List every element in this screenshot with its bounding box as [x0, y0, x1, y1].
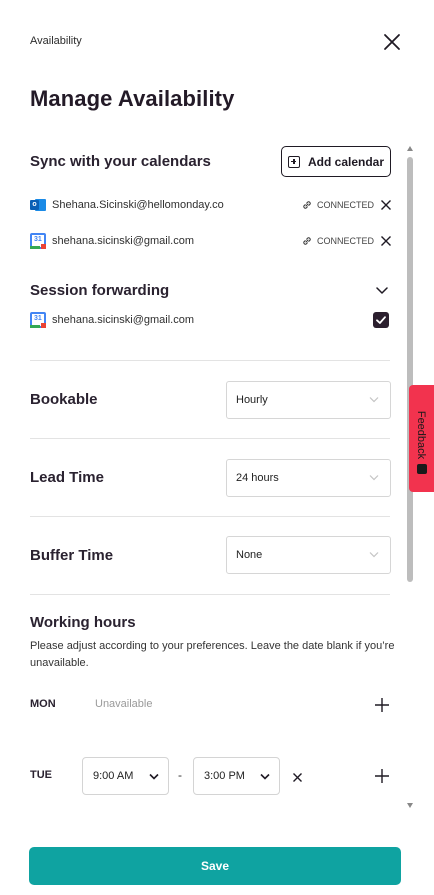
connection-status: CONNECTED: [301, 199, 374, 211]
chevron-down-icon: [369, 397, 379, 403]
divider: [30, 360, 390, 361]
chevron-down-icon: [149, 773, 159, 780]
working-hours-heading: Working hours: [30, 614, 136, 631]
chevron-down-icon[interactable]: [375, 284, 389, 296]
chevron-down-icon: [369, 552, 379, 558]
forwarding-row: 31 shehana.sicinski@gmail.com: [30, 310, 392, 330]
bookable-value: Hourly: [236, 394, 268, 406]
google-calendar-icon: 31: [30, 312, 46, 328]
add-square-icon: [287, 155, 300, 168]
sync-heading: Sync with your calendars: [30, 153, 211, 170]
link-icon: [303, 201, 311, 209]
divider: [30, 516, 390, 517]
calendar-email: shehana.sicinski@gmail.com: [52, 235, 195, 247]
scrollbar-thumb[interactable]: [407, 157, 413, 582]
feedback-icon: [417, 464, 427, 474]
forwarding-email: shehana.sicinski@gmail.com: [52, 314, 195, 326]
status-text: CONNECTED: [316, 200, 374, 210]
link-icon: [303, 237, 311, 245]
start-time-value: 9:00 AM: [93, 770, 134, 782]
add-calendar-button[interactable]: Add calendar: [281, 146, 391, 177]
forwarding-heading: Session forwarding: [30, 282, 170, 299]
working-hours-description: Please adjust according to your preferen…: [30, 640, 395, 669]
buffer-time-select[interactable]: None: [226, 536, 391, 574]
remove-hours-icon[interactable]: [292, 772, 303, 783]
calendar-row-google: 31 shehana.sicinski@gmail.com CONNECTED: [30, 231, 392, 251]
close-icon[interactable]: [380, 30, 404, 54]
forwarding-checkbox[interactable]: [373, 312, 389, 328]
lead-time-value: 24 hours: [236, 472, 279, 484]
chevron-down-icon: [260, 773, 270, 780]
tue-end-time-select[interactable]: 3:00 PM: [193, 757, 280, 795]
divider: [30, 594, 390, 595]
day-label-tue: TUE: [30, 769, 52, 781]
chevron-down-icon: [369, 475, 379, 481]
buffer-time-value: None: [236, 549, 263, 561]
tue-start-time-select[interactable]: 9:00 AM: [82, 757, 169, 795]
feedback-tab[interactable]: Feedback: [409, 385, 434, 492]
day-label-mon: MON: [30, 698, 56, 710]
remove-calendar-icon[interactable]: [380, 235, 392, 247]
buffer-time-label: Buffer Time: [30, 547, 114, 564]
lead-time-label: Lead Time: [30, 469, 104, 486]
check-icon: [376, 316, 386, 324]
scroll-up-arrow[interactable]: [407, 146, 413, 151]
status-text: CONNECTED: [316, 236, 374, 246]
time-separator: -: [178, 768, 182, 782]
breadcrumb: Availability: [30, 35, 82, 47]
feedback-label: Feedback: [415, 410, 427, 460]
bookable-label: Bookable: [30, 391, 98, 408]
google-calendar-icon: 31: [30, 233, 46, 249]
save-button[interactable]: Save: [29, 847, 401, 885]
add-hours-mon-icon[interactable]: [374, 697, 390, 713]
end-time-value: 3:00 PM: [204, 770, 245, 782]
outlook-icon: o: [30, 197, 46, 213]
divider: [30, 438, 390, 439]
unavailable-text: Unavailable: [95, 698, 153, 710]
top-bar: Availability: [0, 0, 434, 82]
calendar-email: Shehana.Sicinski@hellomonday.co: [52, 199, 224, 211]
remove-calendar-icon[interactable]: [380, 199, 392, 211]
connection-status: CONNECTED: [301, 235, 374, 247]
page-title: Manage Availability: [30, 86, 235, 111]
lead-time-select[interactable]: 24 hours: [226, 459, 391, 497]
add-calendar-label: Add calendar: [307, 154, 385, 169]
add-hours-tue-icon[interactable]: [374, 768, 390, 784]
calendar-row-outlook: o Shehana.Sicinski@hellomonday.co CONNEC…: [30, 195, 392, 215]
scroll-down-arrow[interactable]: [407, 803, 413, 808]
bookable-select[interactable]: Hourly: [226, 381, 391, 419]
